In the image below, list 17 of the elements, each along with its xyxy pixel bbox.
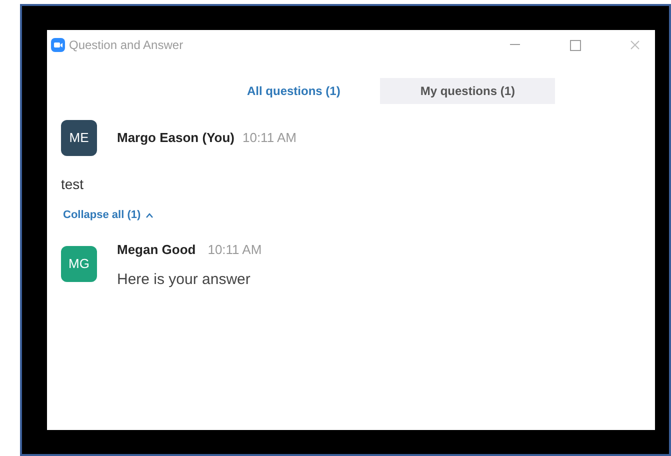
author-name: Megan Good [117,240,196,259]
avatar: ME [61,120,97,156]
question-text: test [61,175,85,194]
timestamp: 10:11 AM [208,240,262,258]
tab[interactable]: My questions (1) [380,78,556,104]
timestamp: 10:11 AM [242,129,296,148]
tab[interactable]: All questions (1) [206,78,380,104]
window-title: Question and Answer [69,37,184,54]
close-icon [630,40,640,50]
minimize-icon [510,44,520,46]
app-logo-icon [51,38,65,52]
author-name: Margo Eason (You) [117,129,234,148]
maximize-icon [570,40,580,50]
answer-text: Here is your answer [117,270,252,290]
caret-up-icon [146,212,153,218]
collapse-link[interactable]: Collapse all (1) [63,207,153,224]
avatar: MG [61,246,97,282]
